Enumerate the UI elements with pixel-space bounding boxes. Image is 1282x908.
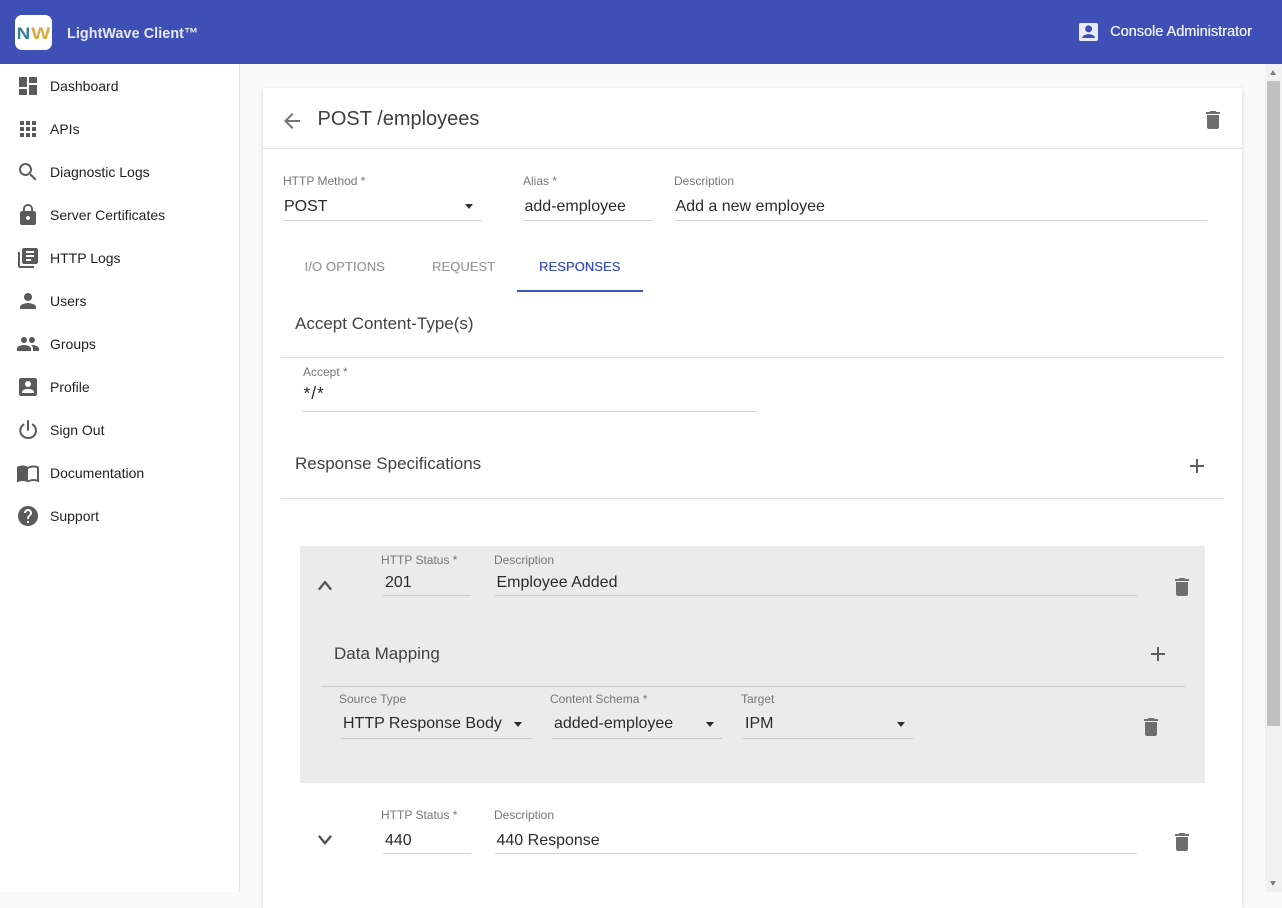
svg-text:W: W [31, 25, 51, 43]
svg-text:N: N [17, 25, 31, 43]
